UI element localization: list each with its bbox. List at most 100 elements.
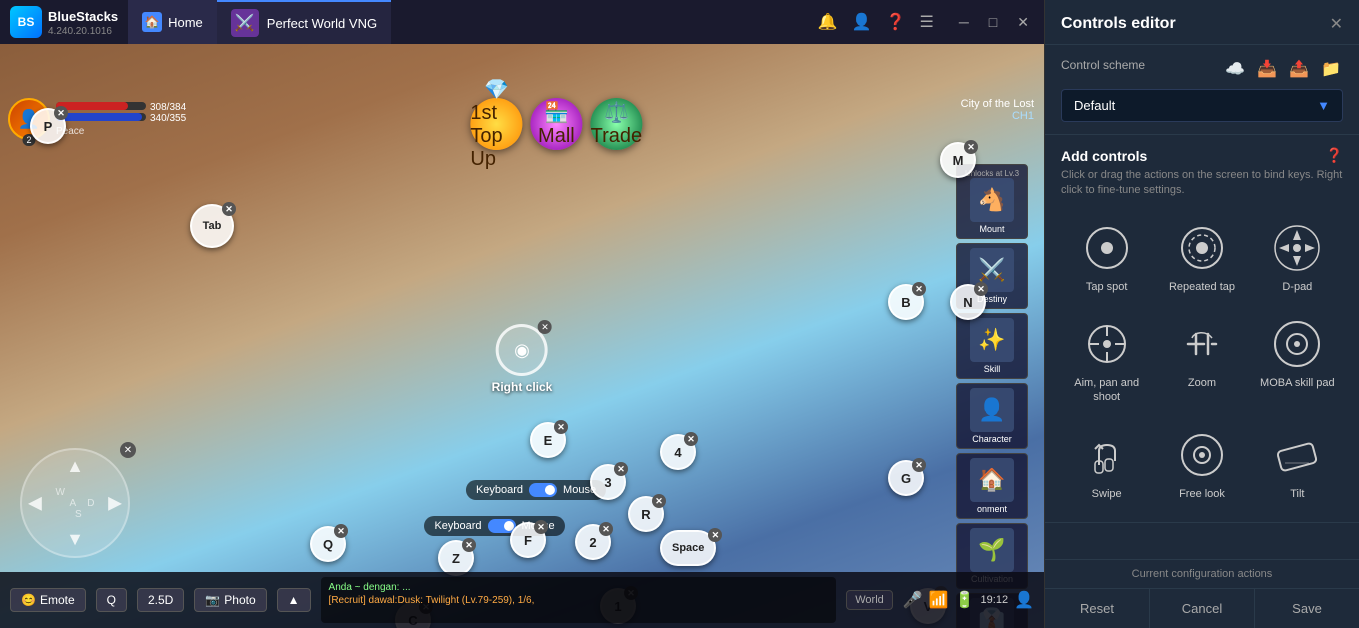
skill-label: Skill — [984, 364, 1001, 374]
bluestacks-logo: BS BlueStacks 4.240.20.1016 — [0, 6, 128, 38]
control-swipe[interactable]: Swipe — [1061, 418, 1152, 510]
user-icon[interactable]: 👤 — [852, 12, 872, 32]
right-click-label: Right click — [492, 380, 553, 394]
emote-label: Emote — [40, 593, 75, 607]
dpad-down[interactable]: ▼ — [66, 529, 84, 550]
controls-close-button[interactable]: ✕ — [1330, 14, 1343, 34]
help-circle-icon[interactable]: ❓ — [1326, 147, 1343, 164]
help-icon[interactable]: ❓ — [886, 12, 906, 32]
key-z[interactable]: Z✕ — [438, 540, 474, 576]
control-dpad[interactable]: D-pad — [1252, 211, 1343, 303]
right-click-close[interactable]: ✕ — [538, 320, 552, 334]
onment-panel[interactable]: 🏠 onment — [956, 453, 1028, 519]
game-area: BS BlueStacks 4.240.20.1016 🏠 Home ⚔️ Pe… — [0, 0, 1044, 628]
scheme-name: Default — [1074, 98, 1115, 113]
key-4[interactable]: 4✕ — [660, 434, 696, 470]
swipe-icon — [1081, 429, 1133, 481]
avatar-icon[interactable]: 👤 — [1014, 590, 1034, 610]
free-look-label: Free look — [1179, 487, 1225, 501]
key-e[interactable]: E✕ — [530, 422, 566, 458]
key-g[interactable]: G✕ — [888, 460, 924, 496]
control-tilt[interactable]: Tilt — [1252, 418, 1343, 510]
key-tab[interactable]: Tab✕ — [190, 204, 234, 248]
moba-skill-pad-icon — [1271, 318, 1323, 370]
dpad-close-btn[interactable]: ✕ — [120, 442, 136, 458]
bottom-actions: Current configuration actions Reset Canc… — [1045, 559, 1359, 628]
expand-btn[interactable]: ▲ — [277, 588, 311, 612]
key-n[interactable]: N✕ — [950, 284, 986, 320]
home-icon: 🏠 — [142, 12, 162, 32]
key-q-bottom[interactable]: Q — [96, 588, 127, 612]
chat-msg-2: [Recruit] dawal:Dusk: Twilight (Lv.79-25… — [329, 595, 829, 606]
player-bars: 308/384 340/355 Peace — [56, 102, 186, 137]
key-f[interactable]: F✕ — [510, 522, 546, 558]
skill-panel[interactable]: ✨ Skill — [956, 313, 1028, 379]
close-button[interactable]: ✕ — [1012, 12, 1034, 33]
swipe-label: Swipe — [1092, 487, 1122, 501]
minimize-button[interactable]: ─ — [954, 12, 974, 33]
world-button[interactable]: World — [846, 590, 893, 610]
moba-skill-pad-label: MOBA skill pad — [1260, 376, 1335, 390]
bell-icon[interactable]: 🔔 — [818, 12, 838, 32]
control-moba-skill-pad[interactable]: MOBA skill pad — [1252, 307, 1343, 414]
right-click-indicator: ◉ ✕ Right click — [492, 324, 553, 394]
location-info: City of the Lost CH1 — [961, 98, 1034, 122]
scheme-import-btn[interactable]: 📥 — [1255, 57, 1279, 81]
tilt-label: Tilt — [1290, 487, 1304, 501]
tap-spot-label: Tap spot — [1086, 280, 1128, 294]
save-button[interactable]: Save — [1255, 589, 1359, 628]
first-top-up-btn[interactable]: 💎 1st Top Up — [470, 98, 522, 150]
control-tap-spot[interactable]: Tap spot — [1061, 211, 1152, 303]
control-free-look[interactable]: Free look — [1156, 418, 1247, 510]
controls-grid: Tap spot Repeated tap — [1061, 211, 1343, 510]
reset-button[interactable]: Reset — [1045, 589, 1150, 628]
add-controls-description: Click or drag the actions on the screen … — [1061, 168, 1343, 199]
toggle-switch-1[interactable] — [529, 483, 557, 497]
maximize-button[interactable]: □ — [984, 12, 1002, 33]
bottom-bar: 😊 Emote Q 2.5D 📷 Photo ▲ Anda ~ dengan: … — [0, 572, 1044, 628]
scheme-export-btn[interactable]: 📤 — [1287, 57, 1311, 81]
control-repeated-tap[interactable]: Repeated tap — [1156, 211, 1247, 303]
zoom-icon — [1176, 318, 1228, 370]
key-r[interactable]: R✕ — [628, 496, 664, 532]
key-3[interactable]: 3✕ — [590, 464, 626, 500]
key-p[interactable]: P✕ — [30, 108, 66, 144]
game-tab[interactable]: ⚔️ Perfect World VNG — [217, 0, 391, 44]
photo-label: Photo — [224, 593, 255, 607]
key-space[interactable]: Space✕ — [660, 530, 716, 566]
onment-icon: 🏠 — [970, 458, 1014, 502]
emote-button[interactable]: 😊 Emote — [10, 588, 86, 612]
add-controls-section: Add controls ❓ Click or drag the actions… — [1045, 135, 1359, 523]
home-tab[interactable]: 🏠 Home — [128, 0, 217, 44]
top-hud: 💎 1st Top Up 🏪 Mall ⚖️ Trade — [470, 98, 642, 150]
menu-icon[interactable]: ☰ — [920, 12, 934, 32]
control-zoom[interactable]: Zoom — [1156, 307, 1247, 414]
character-panel[interactable]: 👤 Character — [956, 383, 1028, 449]
mall-btn[interactable]: 🏪 Mall — [530, 98, 582, 150]
bs-version: 4.240.20.1016 — [48, 26, 118, 37]
kb-label-1: Keyboard — [476, 484, 523, 496]
scheme-upload-btn[interactable]: ☁️ — [1223, 57, 1247, 81]
mic-icon[interactable]: 🎤 — [903, 590, 923, 610]
trade-btn[interactable]: ⚖️ Trade — [590, 98, 642, 150]
key-b[interactable]: B✕ — [888, 284, 924, 320]
dpad-right[interactable]: ▶ — [108, 493, 122, 514]
mall-label: Mall — [538, 125, 575, 148]
dpad-up[interactable]: ▲ — [66, 456, 84, 477]
key-m[interactable]: M✕ — [940, 142, 976, 178]
btn-2-5d[interactable]: 2.5D — [137, 588, 184, 612]
chevron-down-icon: ▼ — [1317, 98, 1330, 113]
control-aim-pan-shoot[interactable]: Aim, pan and shoot — [1061, 307, 1152, 414]
cancel-button[interactable]: Cancel — [1150, 589, 1255, 628]
dpad[interactable]: ▲ ▼ ◀ ▶ W A D S ✕ — [20, 448, 130, 558]
home-tab-label: Home — [168, 15, 203, 30]
scheme-dropdown[interactable]: Default ▼ — [1061, 89, 1343, 122]
key-2[interactable]: 2✕ — [575, 524, 611, 560]
character-icon: 👤 — [970, 388, 1014, 432]
scheme-folder-btn[interactable]: 📁 — [1319, 57, 1343, 81]
key-q[interactable]: Q✕ — [310, 526, 346, 562]
btn-photo[interactable]: 📷 Photo — [194, 588, 266, 612]
dpad-left[interactable]: ◀ — [28, 493, 42, 514]
mp-value: 340/355 — [150, 113, 186, 124]
add-controls-title: Add controls — [1061, 148, 1147, 164]
